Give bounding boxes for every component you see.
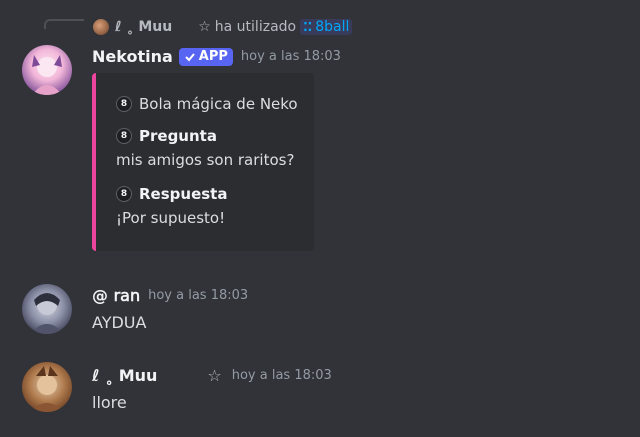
username[interactable]: Nekotina <box>92 47 173 66</box>
message-header: ℓ ˳ Muu ☆ hoy a las 18:03 <box>92 366 332 385</box>
timestamp[interactable]: hoy a las 18:03 <box>148 288 248 303</box>
8ball-icon: 8 <box>116 186 132 202</box>
message-content: llore <box>92 393 127 412</box>
check-icon <box>185 52 195 61</box>
timestamp[interactable]: hoy a las 18:03 <box>241 49 341 64</box>
reply-preview[interactable]: ℓ ˳ Muu ☆ ha utilizado ⁚⁚ 8ball <box>93 16 353 38</box>
avatar-image <box>32 55 62 95</box>
embed-title: 8 Bola mágica de Neko <box>116 95 298 113</box>
message-header: Nekotina APP hoy a las 18:03 <box>92 47 341 66</box>
reply-connector <box>44 19 84 29</box>
embed-title-text: Bola mágica de Neko <box>139 95 298 113</box>
embed-field-value: ¡Por supuesto! <box>116 209 226 227</box>
app-badge-label: APP <box>198 49 228 64</box>
command-mention[interactable]: ⁚⁚ 8ball <box>300 19 353 35</box>
reply-username[interactable]: ℓ ˳ Muu <box>115 19 172 35</box>
app-badge: APP <box>178 47 233 66</box>
embed-field-name: 8 Respuesta <box>116 185 227 203</box>
8ball-icon: 8 <box>116 96 132 112</box>
star-icon: ☆ <box>198 19 211 35</box>
reply-avatar[interactable] <box>93 19 109 35</box>
username[interactable]: @ 𝗋𝖺𝗇 <box>92 286 140 305</box>
avatar-image <box>30 366 64 412</box>
command-icon: ⁚⁚ <box>303 20 313 34</box>
avatar[interactable] <box>22 362 72 412</box>
embed-card: 8 Bola mágica de Neko 8 Pregunta mis ami… <box>92 73 314 251</box>
8ball-icon: 8 <box>116 128 132 144</box>
embed-field-name: 8 Pregunta <box>116 127 217 145</box>
command-name: 8ball <box>315 19 350 35</box>
avatar[interactable] <box>22 45 72 95</box>
username[interactable]: ℓ ˳ Muu <box>92 366 157 385</box>
star-icon: ☆ <box>207 366 222 385</box>
reply-action-text: ha utilizado <box>214 19 297 35</box>
embed-field-value: mis amigos son raritos? <box>116 151 295 169</box>
avatar-image <box>30 293 64 334</box>
field-name-text: Respuesta <box>139 185 228 203</box>
field-name-text: Pregunta <box>139 127 217 145</box>
message-content: AYDUA <box>92 313 147 332</box>
message-header: @ 𝗋𝖺𝗇 hoy a las 18:03 <box>92 286 248 305</box>
avatar[interactable] <box>22 284 72 334</box>
timestamp[interactable]: hoy a las 18:03 <box>232 368 332 383</box>
